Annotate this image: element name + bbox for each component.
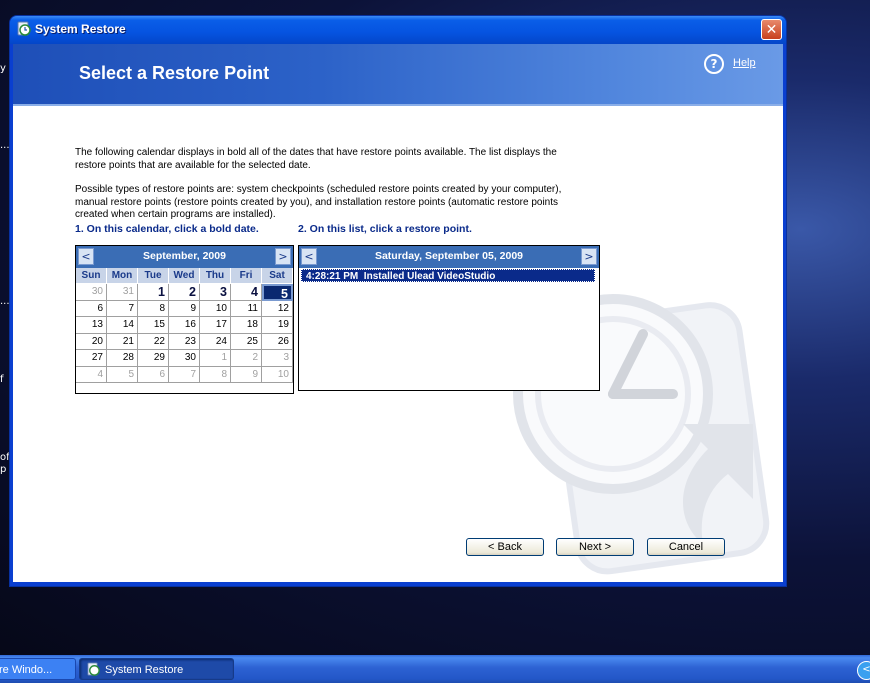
desktop-icon-label-fragment[interactable]: ... bbox=[0, 296, 10, 307]
close-button[interactable]: ✕ bbox=[761, 19, 782, 40]
taskbar-item-other-window[interactable]: re Windo... bbox=[0, 658, 76, 680]
calendar-next-month-button[interactable]: > bbox=[275, 248, 291, 265]
restore-list-prev-day-button[interactable]: < bbox=[301, 248, 317, 265]
calendar-date-cell[interactable]: 8 bbox=[200, 366, 231, 383]
calendar-date-cell[interactable]: 22 bbox=[138, 333, 169, 350]
calendar-date-cell[interactable]: 6 bbox=[138, 366, 169, 383]
calendar-date-cell[interactable]: 9 bbox=[169, 300, 200, 317]
intro-paragraph-1: The following calendar displays in bold … bbox=[75, 147, 615, 172]
calendar-date-cell[interactable]: 30 bbox=[76, 284, 107, 301]
calendar-date-cell[interactable]: 4 bbox=[231, 284, 262, 301]
restore-list-header: < Saturday, September 05, 2009 > bbox=[299, 246, 599, 268]
calendar-date-cell[interactable]: 28 bbox=[107, 350, 138, 367]
calendar-date-cell[interactable]: 2 bbox=[169, 284, 200, 301]
weekday-label: Thu bbox=[200, 268, 231, 283]
desktop-icon-label-fragment[interactable]: p bbox=[0, 464, 6, 475]
calendar-date-cell[interactable]: 26 bbox=[262, 333, 293, 350]
calendar-date-cell[interactable]: 31 bbox=[107, 284, 138, 301]
intro-paragraph-2: Possible types of restore points are: sy… bbox=[75, 184, 615, 222]
weekday-label: Mon bbox=[107, 268, 138, 283]
calendar-date-cell[interactable]: 9 bbox=[231, 366, 262, 383]
calendar-date-cell[interactable]: 11 bbox=[231, 300, 262, 317]
calendar-date-cell[interactable]: 7 bbox=[169, 366, 200, 383]
calendar-date-cell[interactable]: 15 bbox=[138, 317, 169, 334]
calendar-date-cell[interactable]: 10 bbox=[200, 300, 231, 317]
header-band: Select a Restore Point ? Help bbox=[13, 44, 783, 106]
intro-text-line: created when certain programs are instal… bbox=[75, 209, 276, 220]
weekday-label: Wed bbox=[169, 268, 200, 283]
desktop-icon-label-fragment[interactable]: f bbox=[0, 374, 4, 385]
intro-text-line: restore points that are available for th… bbox=[75, 159, 311, 171]
restore-calendar: < September, 2009 > Sun Mon Tue Wed Thu … bbox=[75, 245, 294, 394]
system-restore-icon bbox=[17, 21, 31, 36]
tray-expand-icon[interactable]: < bbox=[857, 661, 870, 680]
page-title: Select a Restore Point bbox=[79, 63, 270, 83]
calendar-date-cell[interactable]: 1 bbox=[200, 350, 231, 367]
calendar-date-cell[interactable]: 30 bbox=[169, 350, 200, 367]
calendar-date-cell[interactable]: 18 bbox=[231, 317, 262, 334]
desktop-icon-label-fragment[interactable]: ... bbox=[0, 140, 10, 151]
help-icon[interactable]: ? bbox=[704, 54, 724, 74]
calendar-date-cell[interactable]: 24 bbox=[200, 333, 231, 350]
taskbar: re Windo... System Restore < bbox=[0, 655, 870, 683]
weekday-label: Sat bbox=[262, 268, 293, 283]
calendar-date-cell[interactable]: 17 bbox=[200, 317, 231, 334]
calendar-date-cell[interactable]: 23 bbox=[169, 333, 200, 350]
calendar-month-label: September, 2009 bbox=[143, 250, 226, 262]
intro-text-line: The following calendar displays in bold … bbox=[75, 147, 557, 158]
calendar-date-cell[interactable]: 3 bbox=[262, 350, 293, 367]
calendar-date-cell[interactable]: 12 bbox=[262, 300, 293, 317]
desktop-icon-label-fragment[interactable]: y bbox=[0, 63, 6, 74]
calendar-date-selected[interactable]: 5 bbox=[262, 284, 293, 301]
calendar-date-cell[interactable]: 5 bbox=[107, 366, 138, 383]
help-link[interactable]: Help bbox=[733, 57, 756, 69]
cancel-button[interactable]: Cancel bbox=[647, 538, 725, 556]
wizard-client-area: Select a Restore Point ? Help The follow… bbox=[13, 44, 783, 582]
system-restore-window: System Restore ✕ Select a Restore Point … bbox=[10, 16, 786, 586]
next-button[interactable]: Next > bbox=[556, 538, 634, 556]
calendar-date-grid: 30 31 1 2 3 4 5 6 7 8 9 10 11 12 13 14 15 16 17 18 19 20 21 22 2… bbox=[76, 284, 293, 383]
calendar-date-cell[interactable]: 4 bbox=[76, 366, 107, 383]
calendar-date-cell[interactable]: 20 bbox=[76, 333, 107, 350]
restore-point-list: < Saturday, September 05, 2009 > 4:28:21… bbox=[298, 245, 600, 391]
taskbar-item-label: System Restore bbox=[105, 664, 184, 676]
calendar-date-cell[interactable]: 21 bbox=[107, 333, 138, 350]
title-bar[interactable]: System Restore ✕ bbox=[10, 16, 786, 44]
calendar-date-cell[interactable]: 7 bbox=[107, 300, 138, 317]
restore-point-item[interactable]: 4:28:21 PM Installed Ulead VideoStudio bbox=[301, 269, 595, 282]
calendar-date-cell[interactable]: 13 bbox=[76, 317, 107, 334]
calendar-date-cell[interactable]: 8 bbox=[138, 300, 169, 317]
calendar-date-cell[interactable]: 10 bbox=[262, 366, 293, 383]
calendar-prev-month-button[interactable]: < bbox=[78, 248, 94, 265]
back-button[interactable]: < Back bbox=[466, 538, 544, 556]
system-restore-icon bbox=[87, 662, 100, 676]
calendar-date-cell[interactable]: 14 bbox=[107, 317, 138, 334]
restore-list-date-label: Saturday, September 05, 2009 bbox=[374, 250, 524, 262]
taskbar-item-system-restore[interactable]: System Restore bbox=[79, 658, 234, 680]
calendar-date-cell[interactable]: 27 bbox=[76, 350, 107, 367]
calendar-date-cell[interactable]: 6 bbox=[76, 300, 107, 317]
calendar-date-cell[interactable]: 1 bbox=[138, 284, 169, 301]
step-2-label: 2. On this list, click a restore point. bbox=[298, 223, 472, 235]
weekday-label: Fri bbox=[231, 268, 262, 283]
weekday-label: Tue bbox=[138, 268, 169, 283]
calendar-date-cell[interactable]: 29 bbox=[138, 350, 169, 367]
intro-text-line: Possible types of restore points are: sy… bbox=[75, 184, 562, 195]
window-title: System Restore bbox=[35, 22, 126, 36]
calendar-header: < September, 2009 > bbox=[76, 246, 293, 268]
calendar-date-cell[interactable]: 19 bbox=[262, 317, 293, 334]
calendar-date-cell[interactable]: 3 bbox=[200, 284, 231, 301]
step-1-label: 1. On this calendar, click a bold date. bbox=[75, 223, 259, 235]
calendar-date-cell[interactable]: 16 bbox=[169, 317, 200, 334]
intro-text-line: manual restore points (restore points cr… bbox=[75, 196, 559, 208]
weekday-label: Sun bbox=[76, 268, 107, 283]
restore-list-next-day-button[interactable]: > bbox=[581, 248, 597, 265]
calendar-weekday-row: Sun Mon Tue Wed Thu Fri Sat bbox=[76, 268, 293, 283]
calendar-date-cell[interactable]: 25 bbox=[231, 333, 262, 350]
calendar-date-cell[interactable]: 2 bbox=[231, 350, 262, 367]
